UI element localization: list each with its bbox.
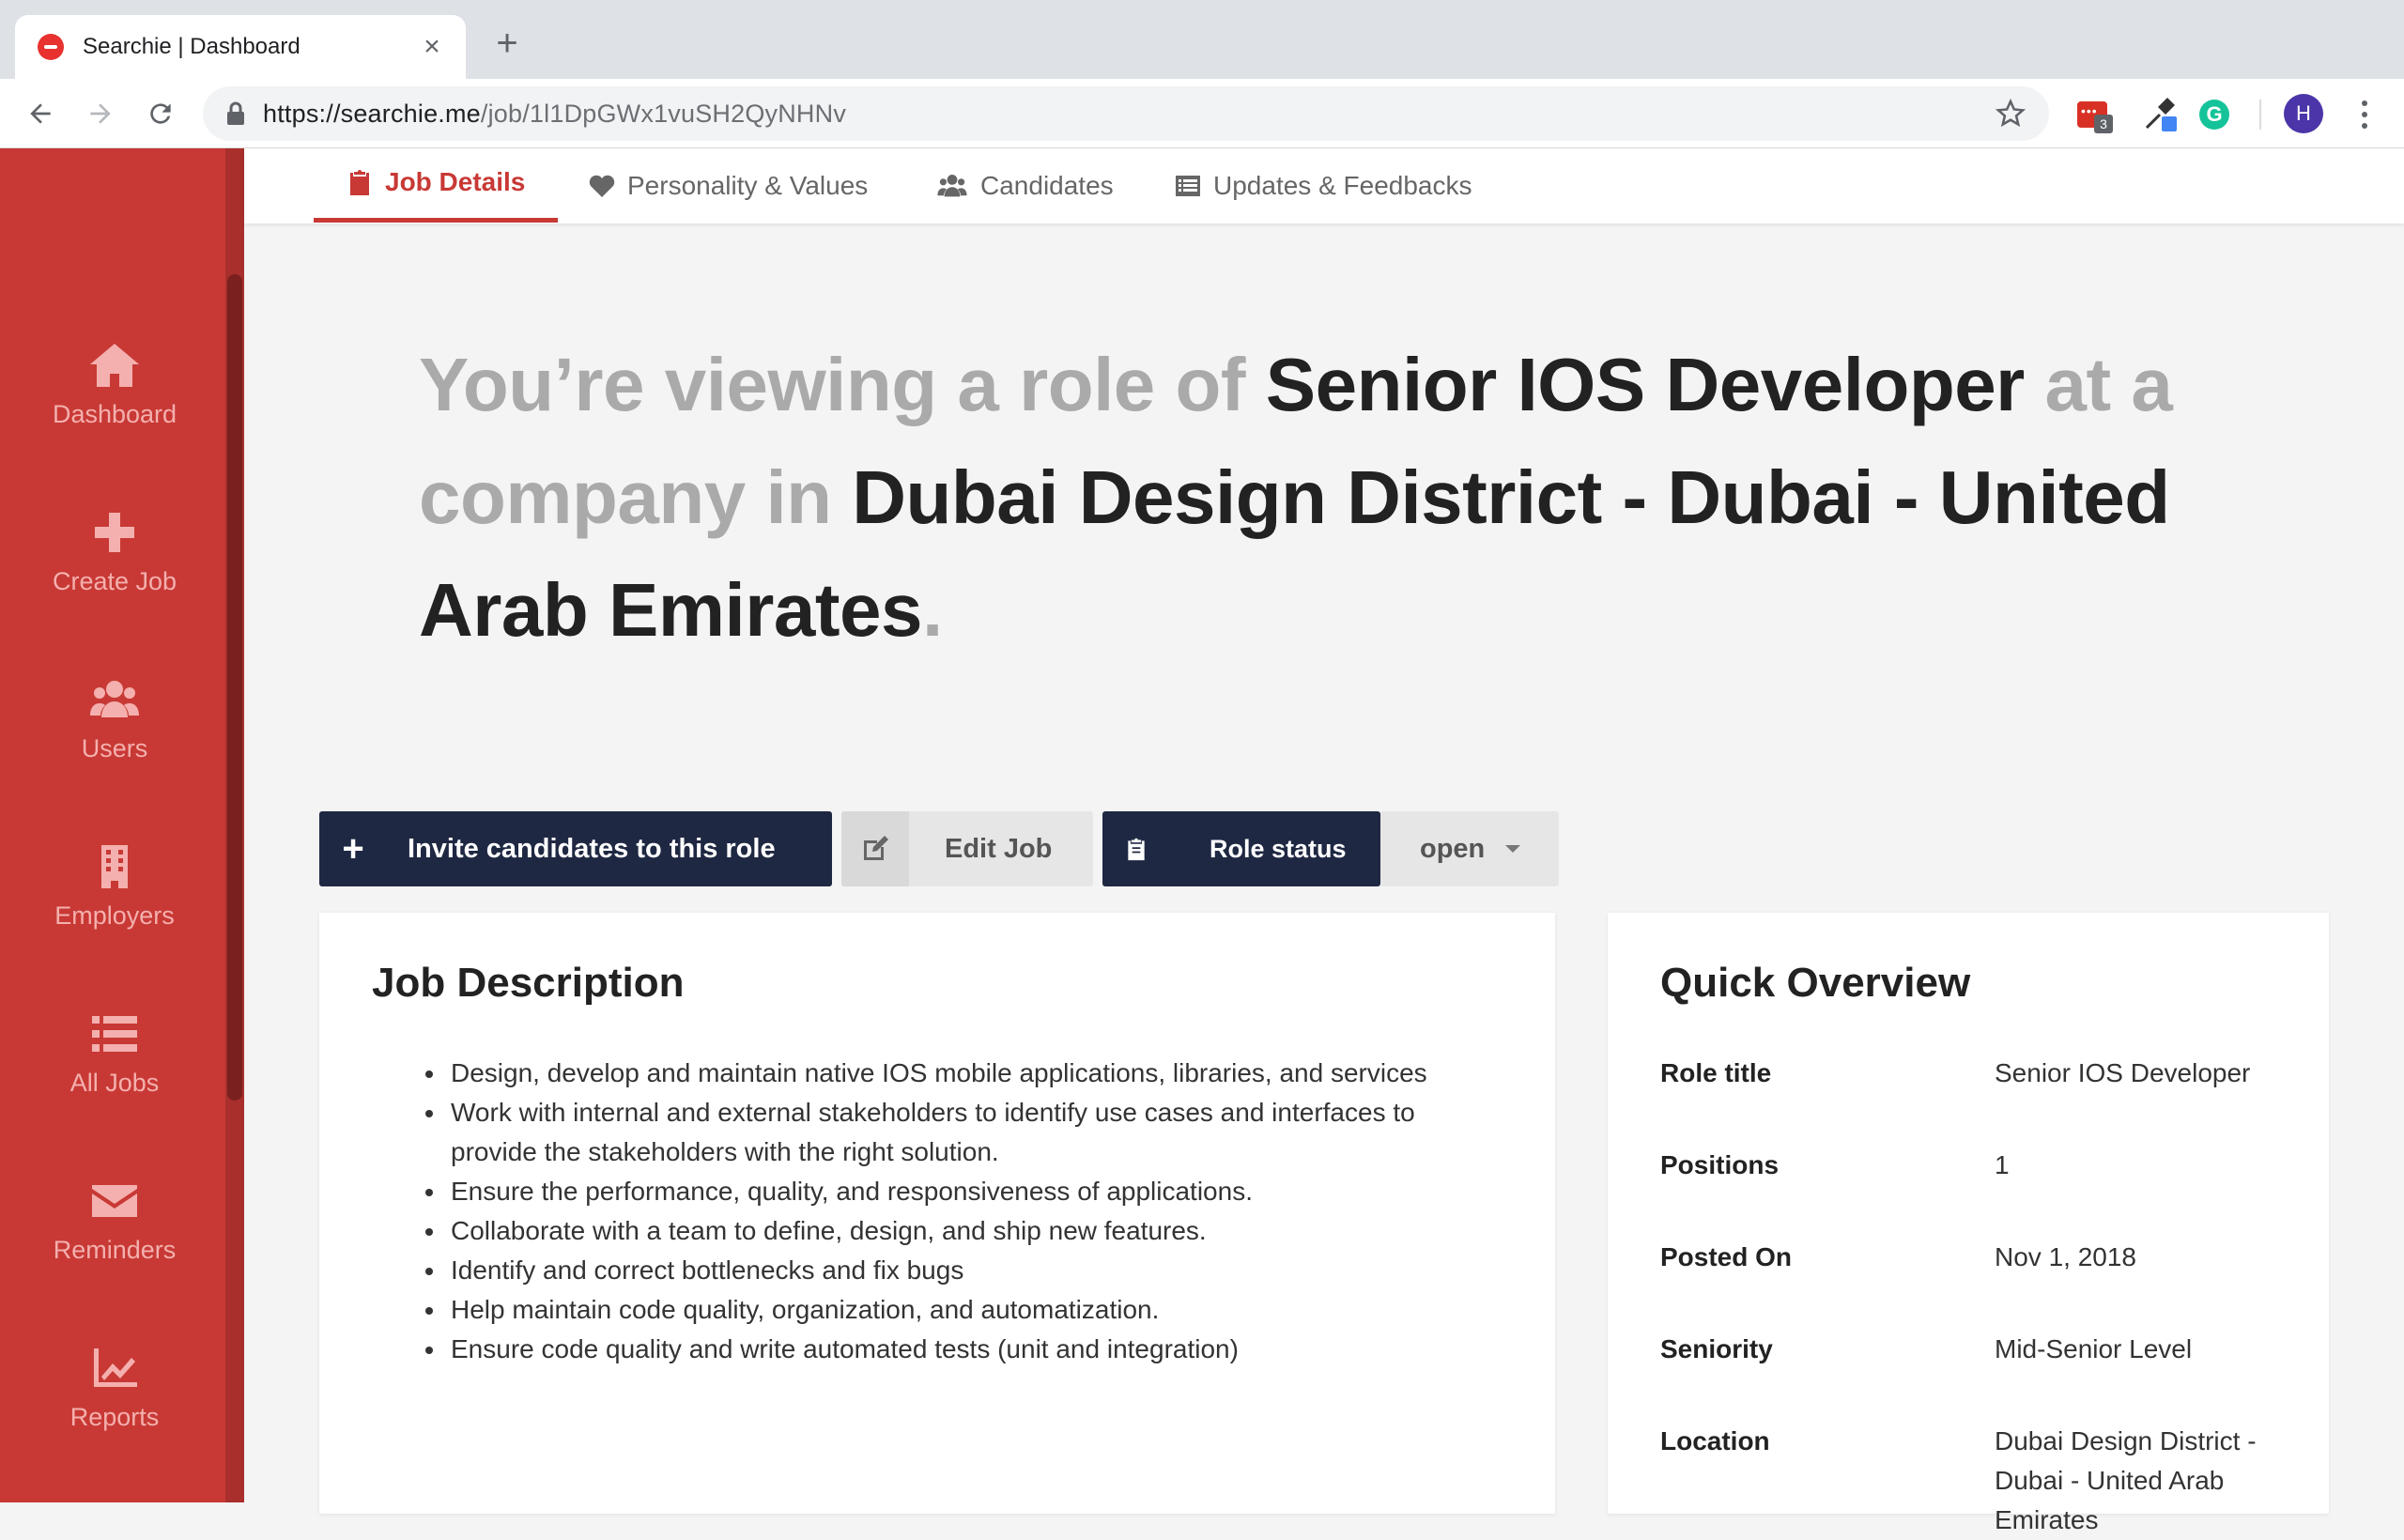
sidebar-item-label: Users: [81, 734, 148, 762]
sidebar-scrollbar-thumb[interactable]: [227, 274, 242, 1101]
overview-value: Nov 1, 2018: [1995, 1242, 2136, 1271]
users-icon: [90, 681, 139, 717]
sidebar-item-reminders[interactable]: Reminders: [0, 1178, 229, 1309]
job-description-list: Design, develop and maintain native IOS …: [447, 1054, 1489, 1369]
sidebar-item-all-jobs[interactable]: All Jobs: [0, 1010, 229, 1142]
toolbar-separator: [2259, 100, 2261, 130]
sidebar-item-dashboard[interactable]: Dashboard: [0, 342, 229, 473]
headline-prefix: You’re viewing a role of: [419, 343, 1266, 426]
list-icon: [92, 1016, 137, 1052]
new-tab-plus-icon[interactable]: +: [488, 24, 526, 62]
browser-tab-bar: Searchie | Dashboard × +: [0, 0, 2404, 79]
eyedropper-extension-icon[interactable]: [2141, 96, 2179, 133]
bookmark-star-icon[interactable]: [1995, 98, 2026, 130]
overview-key: Seniority: [1660, 1334, 1773, 1363]
tab-label: Candidates: [980, 171, 1114, 200]
overview-key: Location: [1660, 1426, 1770, 1455]
page-headline: You’re viewing a role of Senior IOS Deve…: [419, 329, 2203, 667]
plus-icon: +: [342, 827, 364, 870]
profile-avatar[interactable]: H: [2284, 94, 2323, 133]
tab-label: Job Details: [385, 167, 526, 196]
active-tab-underline: [314, 218, 558, 223]
tab-personality-values[interactable]: Personality & Values: [588, 148, 868, 223]
invite-candidates-button[interactable]: + Invite candidates to this role: [319, 811, 832, 886]
back-arrow-icon[interactable]: [19, 92, 62, 135]
list-item: Work with internal and external stakehol…: [447, 1093, 1489, 1172]
list-item: Identify and correct bottlenecks and fix…: [447, 1251, 1489, 1290]
browser-toolbar: https://searchie.me/job/1l1DpGWx1vuSH2Qy…: [0, 79, 2404, 148]
sidebar-item-label: Reports: [69, 1403, 160, 1431]
reload-icon[interactable]: [139, 92, 182, 135]
headline-role: Senior IOS Developer: [1265, 343, 2026, 426]
sidebar-item-users[interactable]: Users: [0, 676, 229, 808]
list-item: Collaborate with a team to define, desig…: [447, 1211, 1489, 1251]
overview-key: Role title: [1660, 1058, 1772, 1087]
overview-value: 1: [1995, 1150, 2010, 1179]
invite-label: Invite candidates to this role: [408, 833, 776, 864]
lock-icon: [225, 101, 246, 126]
url-host: https://searchie.me: [263, 99, 481, 128]
building-icon: [101, 845, 128, 888]
overview-value: Dubai Design District - Dubai - United A…: [1995, 1426, 2257, 1534]
url-text: https://searchie.me/job/1l1DpGWx1vuSH2Qy…: [263, 100, 1995, 129]
extension-red-icon[interactable]: 3: [2073, 96, 2113, 133]
address-bar[interactable]: https://searchie.me/job/1l1DpGWx1vuSH2Qy…: [203, 86, 2049, 141]
browser-tab-title: Searchie | Dashboard: [83, 34, 300, 59]
forward-arrow-icon[interactable]: [79, 92, 122, 135]
list-item: Design, develop and maintain native IOS …: [447, 1054, 1489, 1093]
sidebar-item-label: Employers: [54, 901, 175, 930]
heart-icon: [589, 175, 615, 197]
overview-value: Senior IOS Developer: [1995, 1058, 2251, 1087]
edit-job-label: Edit Job: [945, 833, 1053, 864]
quick-overview-card: Quick Overview Role title Senior IOS Dev…: [1608, 913, 2329, 1534]
overview-value: Mid-Senior Level: [1995, 1334, 2193, 1363]
tab-job-details[interactable]: Job Details: [346, 145, 525, 220]
overview-key: Posted On: [1660, 1242, 1793, 1271]
quick-overview-title: Quick Overview: [1660, 960, 1971, 1006]
role-status-select[interactable]: open: [1380, 811, 1559, 886]
sidebar-item-label: Create Job: [52, 567, 177, 595]
role-status-label: Role status: [1210, 834, 1347, 863]
list-alt-icon: [1176, 176, 1200, 196]
close-tab-icon[interactable]: ×: [417, 32, 447, 62]
envelope-icon: [92, 1185, 137, 1217]
users-icon: [937, 175, 967, 197]
chevron-down-icon: [1505, 845, 1521, 853]
sidebar-item-label: All Jobs: [69, 1069, 160, 1097]
browser-tab[interactable]: Searchie | Dashboard ×: [15, 15, 466, 79]
tab-label: Updates & Feedbacks: [1213, 171, 1472, 200]
overview-key: Positions: [1660, 1150, 1780, 1179]
plus-icon: [95, 513, 134, 552]
headline-suffix: .: [921, 568, 943, 652]
sidebar-item-label: Reminders: [53, 1236, 177, 1264]
home-icon: [90, 344, 139, 387]
clipboard-icon: [1102, 811, 1170, 886]
extension-badge: 3: [2094, 115, 2113, 133]
clipboard-icon: [350, 170, 369, 195]
edit-job-button[interactable]: Edit Job: [841, 811, 1093, 886]
sidebar-item-label: Dashboard: [52, 400, 177, 428]
job-description-card: Job Description Design, develop and main…: [319, 913, 1555, 1514]
sidebar-item-create-job[interactable]: Create Job: [0, 509, 229, 640]
browser-menu-icon[interactable]: [2348, 96, 2381, 133]
tab-candidates[interactable]: Candidates: [935, 148, 1114, 223]
list-item: Ensure the performance, quality, and res…: [447, 1172, 1489, 1211]
list-item: Ensure code quality and write automated …: [447, 1330, 1489, 1369]
sidebar-item-reports[interactable]: Reports: [0, 1345, 229, 1476]
role-status-label-box: Role status: [1102, 811, 1380, 886]
grammarly-extension-icon[interactable]: G: [2196, 96, 2233, 133]
tab-updates-feedbacks[interactable]: Updates & Feedbacks: [1174, 148, 1472, 223]
tab-label: Personality & Values: [627, 171, 869, 200]
list-item: Help maintain code quality, organization…: [447, 1290, 1489, 1330]
url-path: /job/1l1DpGWx1vuSH2QyNHNv: [480, 99, 847, 128]
role-status-value: open: [1420, 833, 1486, 864]
chart-icon: [94, 1348, 137, 1387]
sidebar-item-employers[interactable]: Employers: [0, 843, 229, 975]
edit-icon: [841, 811, 909, 886]
searchie-favicon-icon: [38, 34, 64, 60]
job-description-title: Job Description: [372, 960, 685, 1006]
